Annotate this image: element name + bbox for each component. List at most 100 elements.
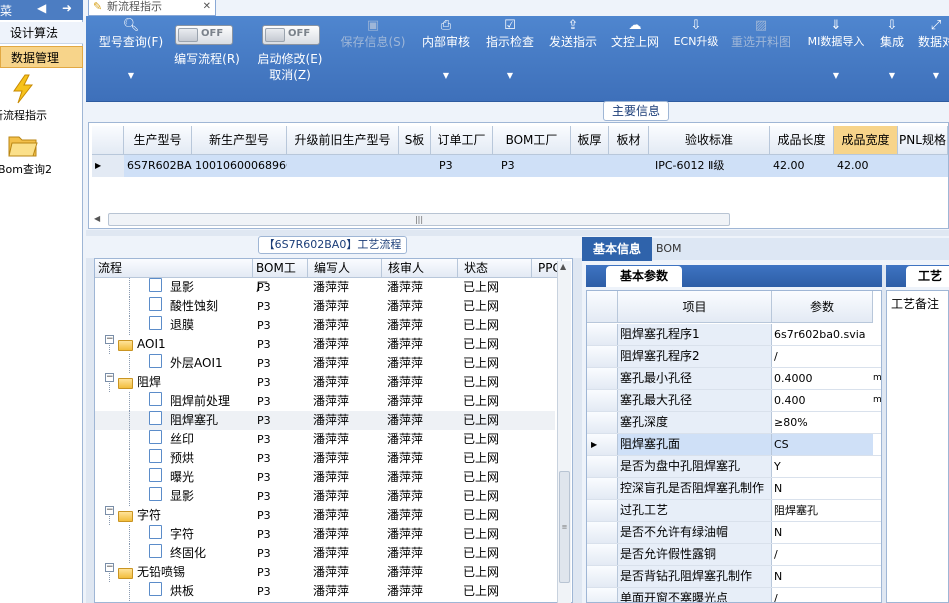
col-header[interactable]: 订单工厂 [431,126,493,155]
param-value[interactable]: CS [772,434,873,455]
flow-row[interactable]: − 字符 P3 潘萍萍 潘萍萍 已上网 [95,506,555,525]
cancel-label[interactable]: 取消(Z) [252,67,328,83]
nav-back-icon[interactable]: ◀ [37,1,46,15]
dropdown-arrow-icon[interactable]: ▼ [416,71,476,80]
flow-row[interactable]: 显影 P3 潘萍萍 潘萍萍 已上网 [95,487,555,506]
param-value[interactable]: N [772,522,873,543]
flow-row[interactable]: 终固化 P3 潘萍萍 潘萍萍 已上网 [95,544,555,563]
table-cell[interactable]: 10010600068966 [192,155,293,177]
col-header[interactable]: 成品长度 [770,126,834,155]
param-row[interactable]: 过孔工艺 阻焊塞孔 [587,500,881,522]
start-modify-toggle[interactable]: OFF [262,25,320,45]
scroll-thumb[interactable]: ≡ [559,471,570,583]
flow-row[interactable]: 阻焊前处理 P3 潘萍萍 潘萍萍 已上网 [95,392,555,411]
collapse-icon[interactable]: − [105,373,114,382]
close-tab-icon[interactable]: ✕ [203,0,211,14]
internal-review-button[interactable]: ⎙ 内部审核 ▼ [416,16,476,102]
col-header[interactable]: BOM工厂 [493,126,571,155]
collapse-icon[interactable]: − [105,563,114,572]
ecn-upgrade-button[interactable]: ⇩ ECN升级 [668,16,724,102]
tab-bom[interactable]: BOM [656,240,686,258]
document-tab[interactable]: ✎ 新流程指示 ✕ [88,0,216,16]
flow-row[interactable]: 外层AOI1 P3 潘萍萍 潘萍萍 已上网 [95,354,555,373]
flow-row[interactable]: 预烘 P3 潘萍萍 潘萍萍 已上网 [95,449,555,468]
col-header[interactable]: 升级前旧生产型号 [287,126,399,155]
param-value[interactable]: 6s7r602ba0.svia [772,324,873,345]
param-row[interactable]: 是否为盘中孔阻焊塞孔 Y [587,456,881,478]
collapse-icon[interactable]: − [105,335,114,344]
dropdown-arrow-icon[interactable]: ▼ [800,71,872,80]
param-value[interactable]: / [772,346,873,367]
table-cell[interactable] [609,155,649,177]
param-value[interactable]: Y [772,456,873,477]
table-cell[interactable]: 42.00 [834,155,898,177]
param-value[interactable]: N [772,566,873,587]
flow-col-header[interactable]: 核审人 [382,259,458,278]
save-info-button[interactable]: ▣ 保存信息(S) [336,16,410,102]
param-value[interactable]: 阻焊塞孔 [772,500,873,521]
table-cell[interactable] [399,155,431,177]
table-cell[interactable]: 42.00 [770,155,834,177]
col-header[interactable]: 板厚 [571,126,609,155]
integrate-button[interactable]: ⇩ 集成 ▼ [876,16,908,102]
table-cell[interactable]: 6S7R602BA0 [124,155,199,177]
flow-col-header[interactable]: BOM工厂 [253,259,308,294]
param-value[interactable]: 0.4000 [772,368,873,389]
horizontal-scrollbar[interactable]: ||| [108,213,730,226]
param-row[interactable]: 是否背钻孔阻焊塞孔制作 N [587,566,881,588]
col-header[interactable]: 验收标准 [649,126,770,155]
center-splitter[interactable] [573,258,582,603]
dropdown-arrow-icon[interactable]: ▼ [916,71,949,80]
instruction-check-button[interactable]: ☑ 指示检查 ▼ [480,16,540,102]
nav-tab-design-algorithm[interactable]: 设计算法 [0,22,83,44]
flow-row[interactable]: 阻焊塞孔 P3 潘萍萍 潘萍萍 已上网 [95,411,555,430]
table-cell[interactable]: IPC-6012 Ⅱ级 [649,155,770,177]
flow-col-header[interactable]: 编写人 [308,259,382,278]
model-query-button[interactable]: 🔍︎ 型号查询(F) ▼ [92,16,170,102]
param-row[interactable]: 塞孔最小孔径 0.4000 m [587,368,881,390]
horizontal-splitter[interactable] [86,230,949,236]
table-cell[interactable] [898,155,948,177]
col-header[interactable]: 板材 [609,126,649,155]
param-row[interactable]: 塞孔深度 ≥80% [587,412,881,434]
flow-row[interactable]: − 阻焊 P3 潘萍萍 潘萍萍 已上网 [95,373,555,392]
params-col-item[interactable]: 项目 [618,291,772,323]
edit-flow-toggle[interactable]: OFF [175,25,233,45]
param-row[interactable]: 阻焊塞孔程序1 6s7r602ba0.svia [587,324,881,346]
flow-row[interactable]: 酸性蚀刻 P3 潘萍萍 潘萍萍 已上网 [95,297,555,316]
scroll-left-icon[interactable]: ◀ [94,214,100,223]
param-row[interactable]: 控深盲孔是否阻焊塞孔制作 N [587,478,881,500]
nav-logout-icon[interactable]: ➜ [62,1,72,15]
table-cell[interactable] [287,155,399,177]
col-header[interactable]: PNL规格 [898,126,948,155]
table-cell[interactable]: P3 [431,155,493,177]
param-value[interactable]: 0.400 [772,390,873,411]
dropdown-arrow-icon[interactable]: ▼ [92,71,170,80]
param-value[interactable]: / [772,588,873,602]
flow-row[interactable]: 烘板 P3 潘萍萍 潘萍萍 已上网 [95,582,555,601]
param-value[interactable]: / [772,544,873,565]
params-col-value[interactable]: 参数 [772,291,873,323]
tab-basic-info[interactable]: 基本信息 [582,237,652,261]
table-cell[interactable]: P3 [493,155,571,177]
scroll-up-icon[interactable]: ▲ [560,262,566,271]
file-upload-button[interactable]: ☁ 文控上网 [606,16,664,102]
param-row[interactable]: 是否不允许有绿油帽 N [587,522,881,544]
mi-import-button[interactable]: ⇓ MI数据导入 ▼ [800,16,872,102]
param-row[interactable]: 是否允许假性露铜 / [587,544,881,566]
nav-app-bom-query[interactable]: Bom查询2 [0,128,83,178]
reselect-drawing-button[interactable]: ▨ 重选开料图 [728,16,794,102]
flow-col-header[interactable]: 状态 [458,259,532,278]
dropdown-arrow-icon[interactable]: ▼ [480,71,540,80]
param-row[interactable]: 阻焊塞孔程序2/ [587,346,881,368]
flow-col-header[interactable]: 流程 [95,259,253,278]
vertical-scrollbar[interactable]: ▲ ≡ [557,261,571,603]
param-value[interactable]: ≥80% [772,412,873,433]
flow-row[interactable]: 丝印 P3 潘萍萍 潘萍萍 已上网 [95,430,555,449]
flow-row[interactable]: 退膜 P3 潘萍萍 潘萍萍 已上网 [95,316,555,335]
param-row[interactable]: 塞孔最大孔径 0.400 m [587,390,881,412]
col-header[interactable]: 成品宽度 [834,126,898,155]
flow-row[interactable]: − 无铅喷锡 P3 潘萍萍 潘萍萍 已上网 [95,563,555,582]
send-instruction-button[interactable]: ⇪ 发送指示 [544,16,602,102]
col-header[interactable]: 新生产型号 [192,126,287,155]
